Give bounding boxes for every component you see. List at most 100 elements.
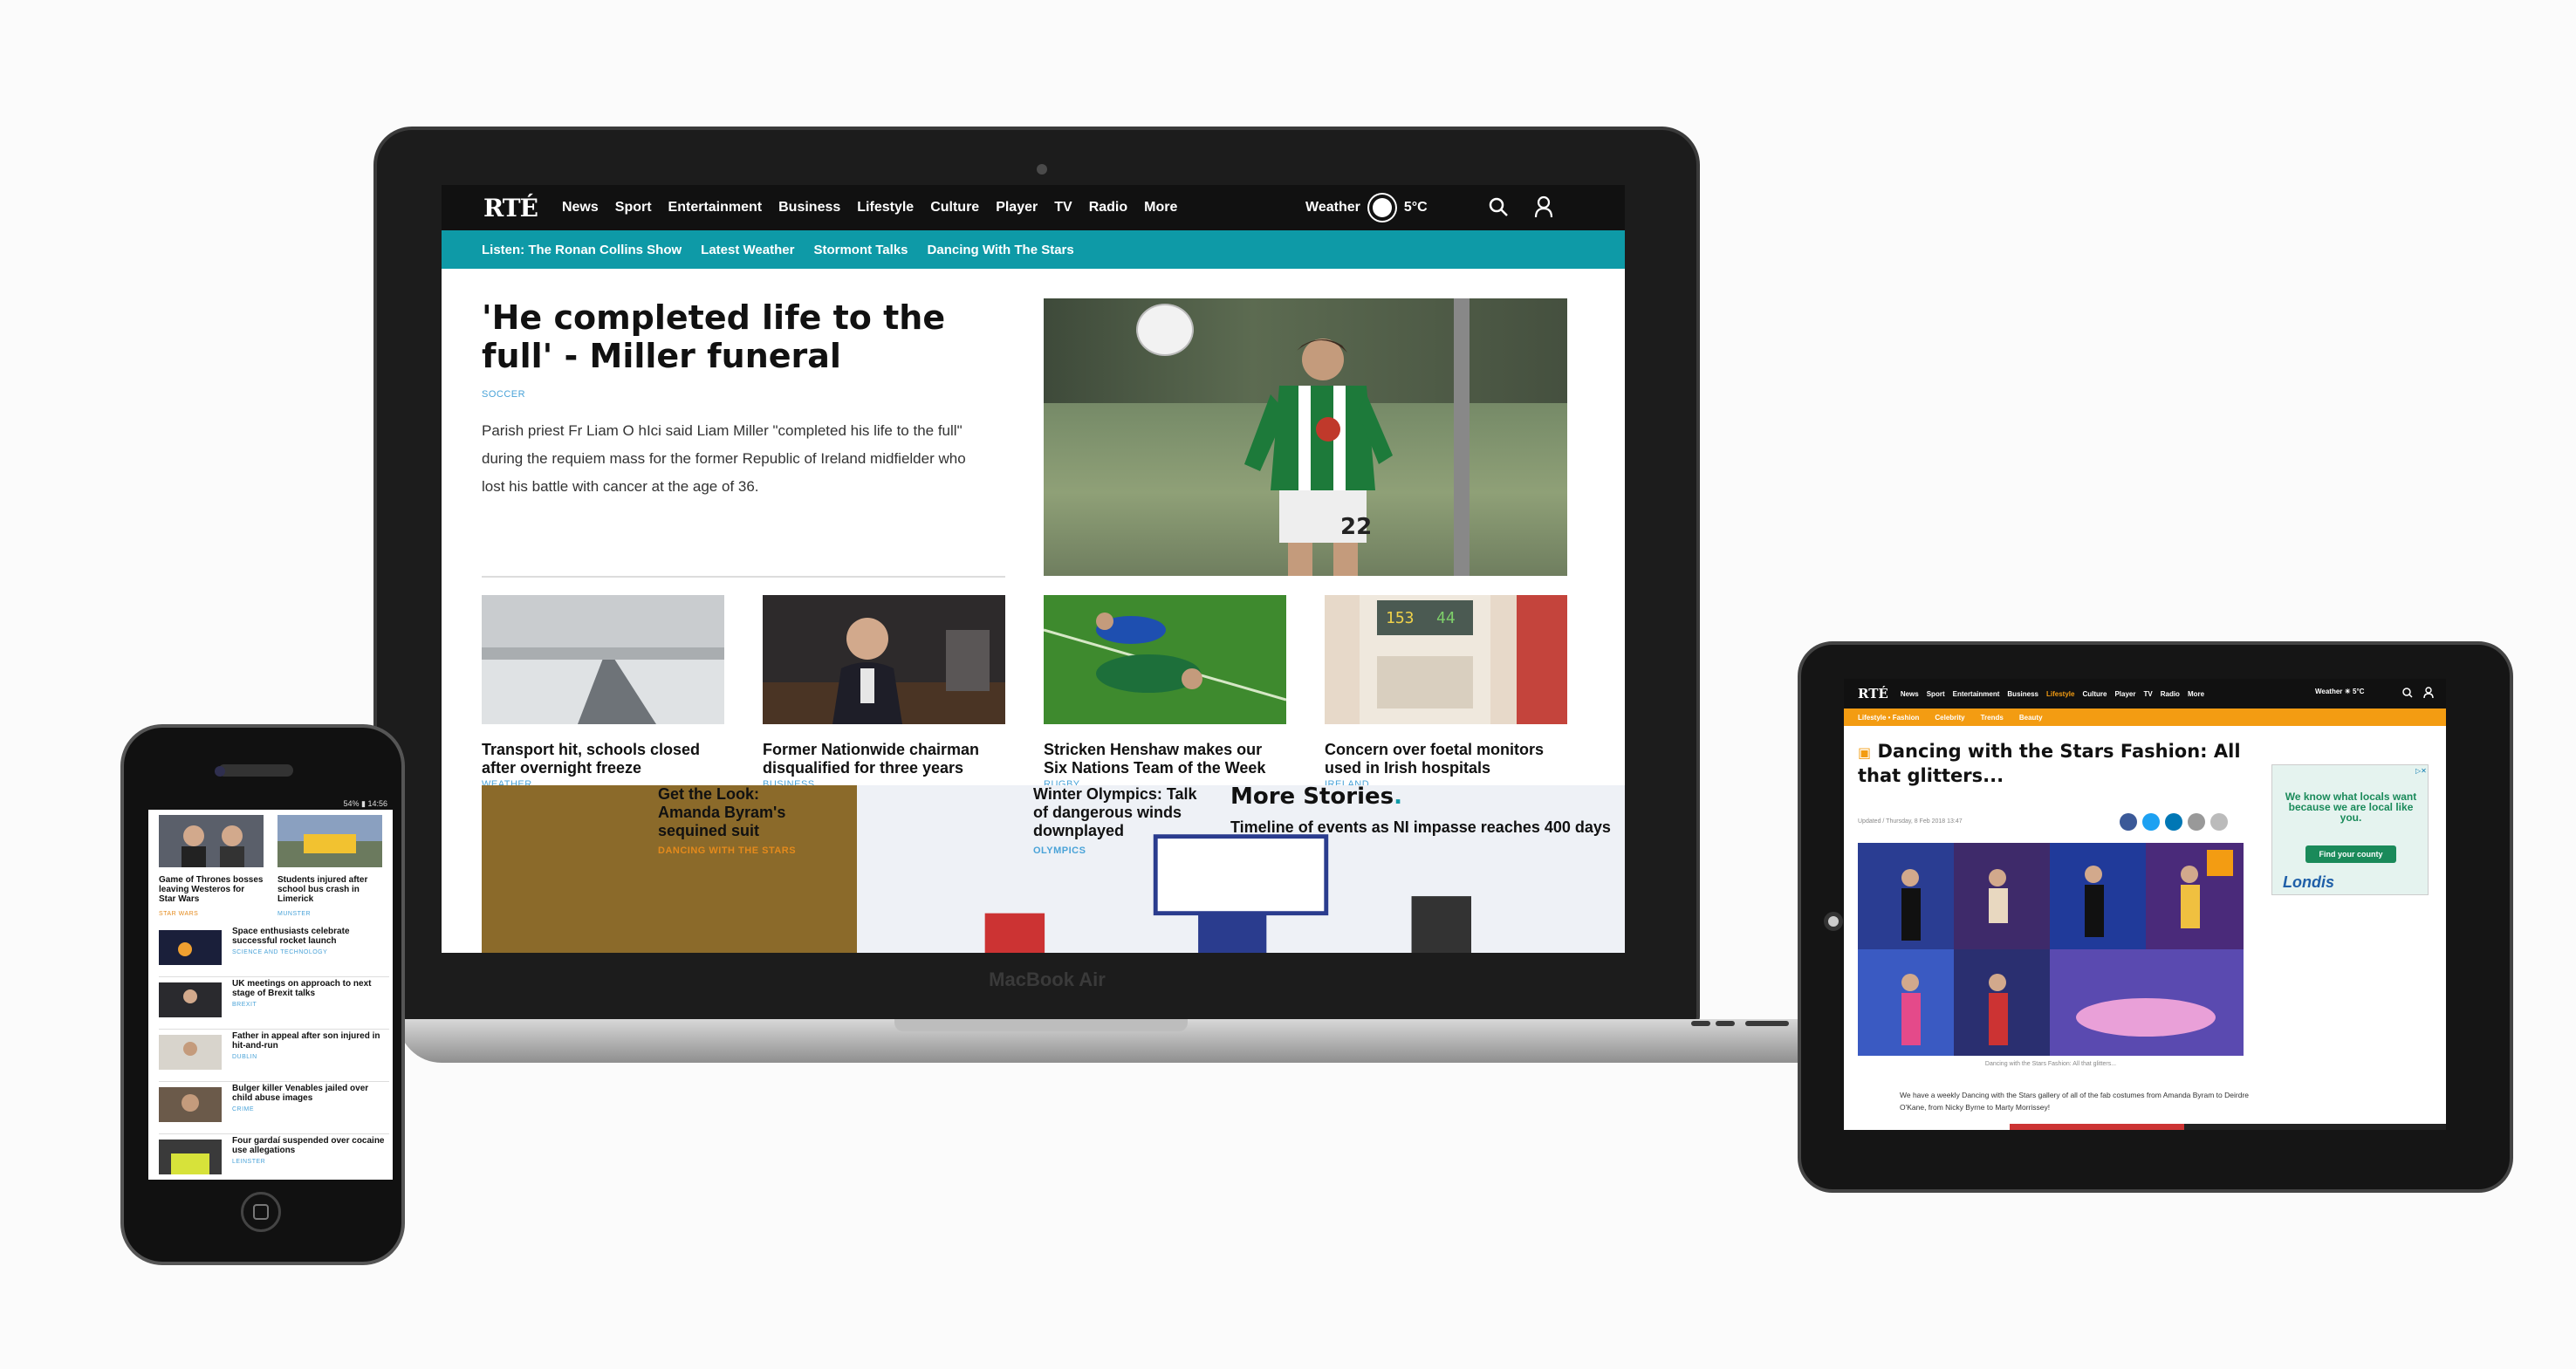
nav-item-sport[interactable]: Sport (1927, 690, 1945, 698)
secondary-nav: Listen: The Ronan Collins Show Latest We… (442, 230, 1625, 269)
laptop-screen: RTÉ News Sport Entertainment Business Li… (442, 185, 1625, 953)
subnav-item-beauty[interactable]: Beauty (2019, 714, 2043, 722)
story-tag[interactable]: STAR WARS (159, 911, 198, 917)
divider (482, 576, 1005, 578)
story-card[interactable]: Game of Thrones bosses leaving Westeros … (159, 815, 264, 920)
story-title[interactable]: Get the Look: Amanda Byram's sequined su… (658, 785, 815, 860)
card-title[interactable]: Stricken Henshaw makes our Six Nations T… (1044, 741, 1286, 777)
story-title-text[interactable]: Winter Olympics: Talk of dangerous winds… (1033, 785, 1197, 839)
main-nav: RTÉ News Sport Entertainment Business Li… (442, 185, 1625, 230)
nav-item-tv[interactable]: TV (2143, 690, 2152, 698)
user-icon[interactable] (1534, 195, 1553, 218)
nav-item-radio[interactable]: Radio (1089, 200, 1127, 216)
nav-item-business[interactable]: Business (2007, 690, 2038, 698)
advertisement[interactable]: ▷✕ We know what locals want because we a… (2271, 764, 2429, 895)
story-tag[interactable]: LEINSTER (232, 1159, 265, 1165)
story-card[interactable]: Students injured after school bus crash … (277, 815, 382, 920)
story-title[interactable]: Winter Olympics: Talk of dangerous winds… (1033, 785, 1208, 860)
rugby-players-image (1043, 595, 1287, 724)
story-title[interactable]: Four gardaí suspended over cocaine use a… (232, 1136, 386, 1155)
story-tag[interactable]: OLYMPICS (1033, 842, 1208, 860)
nav-item-tv[interactable]: TV (1054, 200, 1072, 216)
subnav-item-dancing-with-the-stars[interactable]: Dancing With The Stars (928, 243, 1074, 257)
story-title[interactable]: Game of Thrones bosses leaving Westeros … (159, 875, 264, 904)
ad-choices-icon[interactable]: ▷✕ (2415, 767, 2427, 775)
more-stories-item[interactable]: Timeline of events as NI impasse reaches… (1230, 818, 1614, 837)
subnav-item-listen[interactable]: Listen: The Ronan Collins Show (482, 243, 682, 257)
nav-item-more[interactable]: More (2188, 690, 2204, 698)
nav-item-culture[interactable]: Culture (930, 200, 979, 216)
lead-image[interactable]: 22 (1044, 298, 1567, 576)
story-title[interactable]: Students injured after school bus crash … (277, 875, 382, 904)
laptop-notch (894, 1019, 1188, 1031)
subnav-item-stormont-talks[interactable]: Stormont Talks (813, 243, 908, 257)
subnav-item-trends[interactable]: Trends (1981, 714, 2004, 722)
subnav-item-latest-weather[interactable]: Latest Weather (701, 243, 794, 257)
story-title[interactable]: Father in appeal after son injured in hi… (232, 1031, 386, 1051)
rte-logo[interactable]: RTÉ (1858, 686, 1888, 702)
story-card[interactable]: Stricken Henshaw makes our Six Nations T… (1043, 595, 1287, 817)
article-body: We have a weekly Dancing with the Stars … (1900, 1091, 2249, 1112)
print-icon[interactable] (2210, 813, 2228, 831)
nav-item-culture[interactable]: Culture (2082, 690, 2107, 698)
bus-crash-image (277, 815, 382, 867)
nav-item-business[interactable]: Business (778, 200, 840, 216)
subnav-item-lifestyle-fashion[interactable]: Lifestyle • Fashion (1858, 714, 1919, 722)
twitter-icon[interactable] (2142, 813, 2160, 831)
email-icon[interactable] (2188, 813, 2205, 831)
nav-item-radio[interactable]: Radio (2161, 690, 2180, 698)
story-card[interactable]: Transport hit, schools closed after over… (482, 595, 724, 817)
nav-item-player[interactable]: Player (996, 200, 1038, 216)
story-tag[interactable]: CRIME (232, 1106, 254, 1112)
foetal-monitor-image: 153 44 (1325, 595, 1567, 724)
nav-item-lifestyle[interactable]: Lifestyle (857, 200, 914, 216)
winter-olympics-image[interactable] (857, 785, 1625, 953)
story-card[interactable]: Former Nationwide chairman disqualified … (763, 595, 1005, 817)
phone-speaker (218, 764, 293, 777)
nav-item-entertainment[interactable]: Entertainment (668, 200, 763, 216)
goal-post (1454, 298, 1470, 576)
nav-item-entertainment[interactable]: Entertainment (1953, 690, 2000, 698)
story-tag[interactable]: DUBLIN (232, 1054, 257, 1060)
laptop-port (1745, 1021, 1789, 1026)
user-icon[interactable] (2423, 687, 2434, 699)
gallery-icon: ▣ (1858, 744, 1872, 761)
find-county-button[interactable]: Find your county (2305, 845, 2396, 863)
lead-headline[interactable]: 'He completed life to the full' - Miller… (482, 298, 1005, 375)
nav-item-player[interactable]: Player (2114, 690, 2135, 698)
list-item[interactable]: Bulger killer Venables jailed over child… (159, 1084, 389, 1134)
story-card[interactable]: 153 44 Concern over foetal monitors used… (1325, 595, 1567, 817)
list-item[interactable]: Space enthusiasts celebrate successful r… (159, 927, 389, 977)
card-title[interactable]: Former Nationwide chairman disqualified … (763, 741, 1005, 777)
rte-logo[interactable]: RTÉ (483, 194, 538, 222)
weather-widget[interactable]: Weather ☀ 5°C (2315, 688, 2364, 695)
nav-item-news[interactable]: News (562, 200, 599, 216)
card-title[interactable]: Transport hit, schools closed after over… (482, 741, 724, 777)
subnav-item-celebrity[interactable]: Celebrity (1935, 714, 1964, 722)
card-title[interactable]: Concern over foetal monitors used in Iri… (1325, 741, 1567, 777)
lead-tag[interactable]: SOCCER (482, 389, 525, 400)
search-icon[interactable] (2402, 688, 2413, 698)
list-item[interactable]: UK meetings on approach to next stage of… (159, 979, 389, 1030)
nav-item-more[interactable]: More (1144, 200, 1177, 216)
tablet-camera (1824, 912, 1843, 931)
linkedin-icon[interactable] (2165, 813, 2182, 831)
story-title[interactable]: Space enthusiasts celebrate successful r… (232, 927, 386, 946)
story-title-text[interactable]: Get the Look: Amanda Byram's sequined su… (658, 785, 785, 839)
nav-item-sport[interactable]: Sport (615, 200, 652, 216)
search-icon[interactable] (1489, 197, 1508, 216)
facebook-icon[interactable] (2120, 813, 2137, 831)
list-item[interactable]: Four gardaí suspended over cocaine use a… (159, 1136, 389, 1180)
story-tag[interactable]: BREXIT (232, 1002, 257, 1008)
laptop-port (1691, 1021, 1710, 1026)
story-tag[interactable]: DANCING WITH THE STARS (658, 842, 815, 860)
story-title[interactable]: Bulger killer Venables jailed over child… (232, 1084, 386, 1103)
photo-gallery[interactable] (1858, 843, 2244, 1056)
nav-item-lifestyle[interactable]: Lifestyle (2046, 690, 2074, 698)
nav-item-news[interactable]: News (1901, 690, 1919, 698)
weather-widget[interactable]: Weather 5°C (1305, 185, 1428, 230)
story-tag[interactable]: MUNSTER (277, 911, 311, 917)
list-item[interactable]: Father in appeal after son injured in hi… (159, 1031, 389, 1082)
story-tag[interactable]: SCIENCE AND TECHNOLOGY (232, 949, 327, 955)
story-title[interactable]: UK meetings on approach to next stage of… (232, 979, 386, 998)
